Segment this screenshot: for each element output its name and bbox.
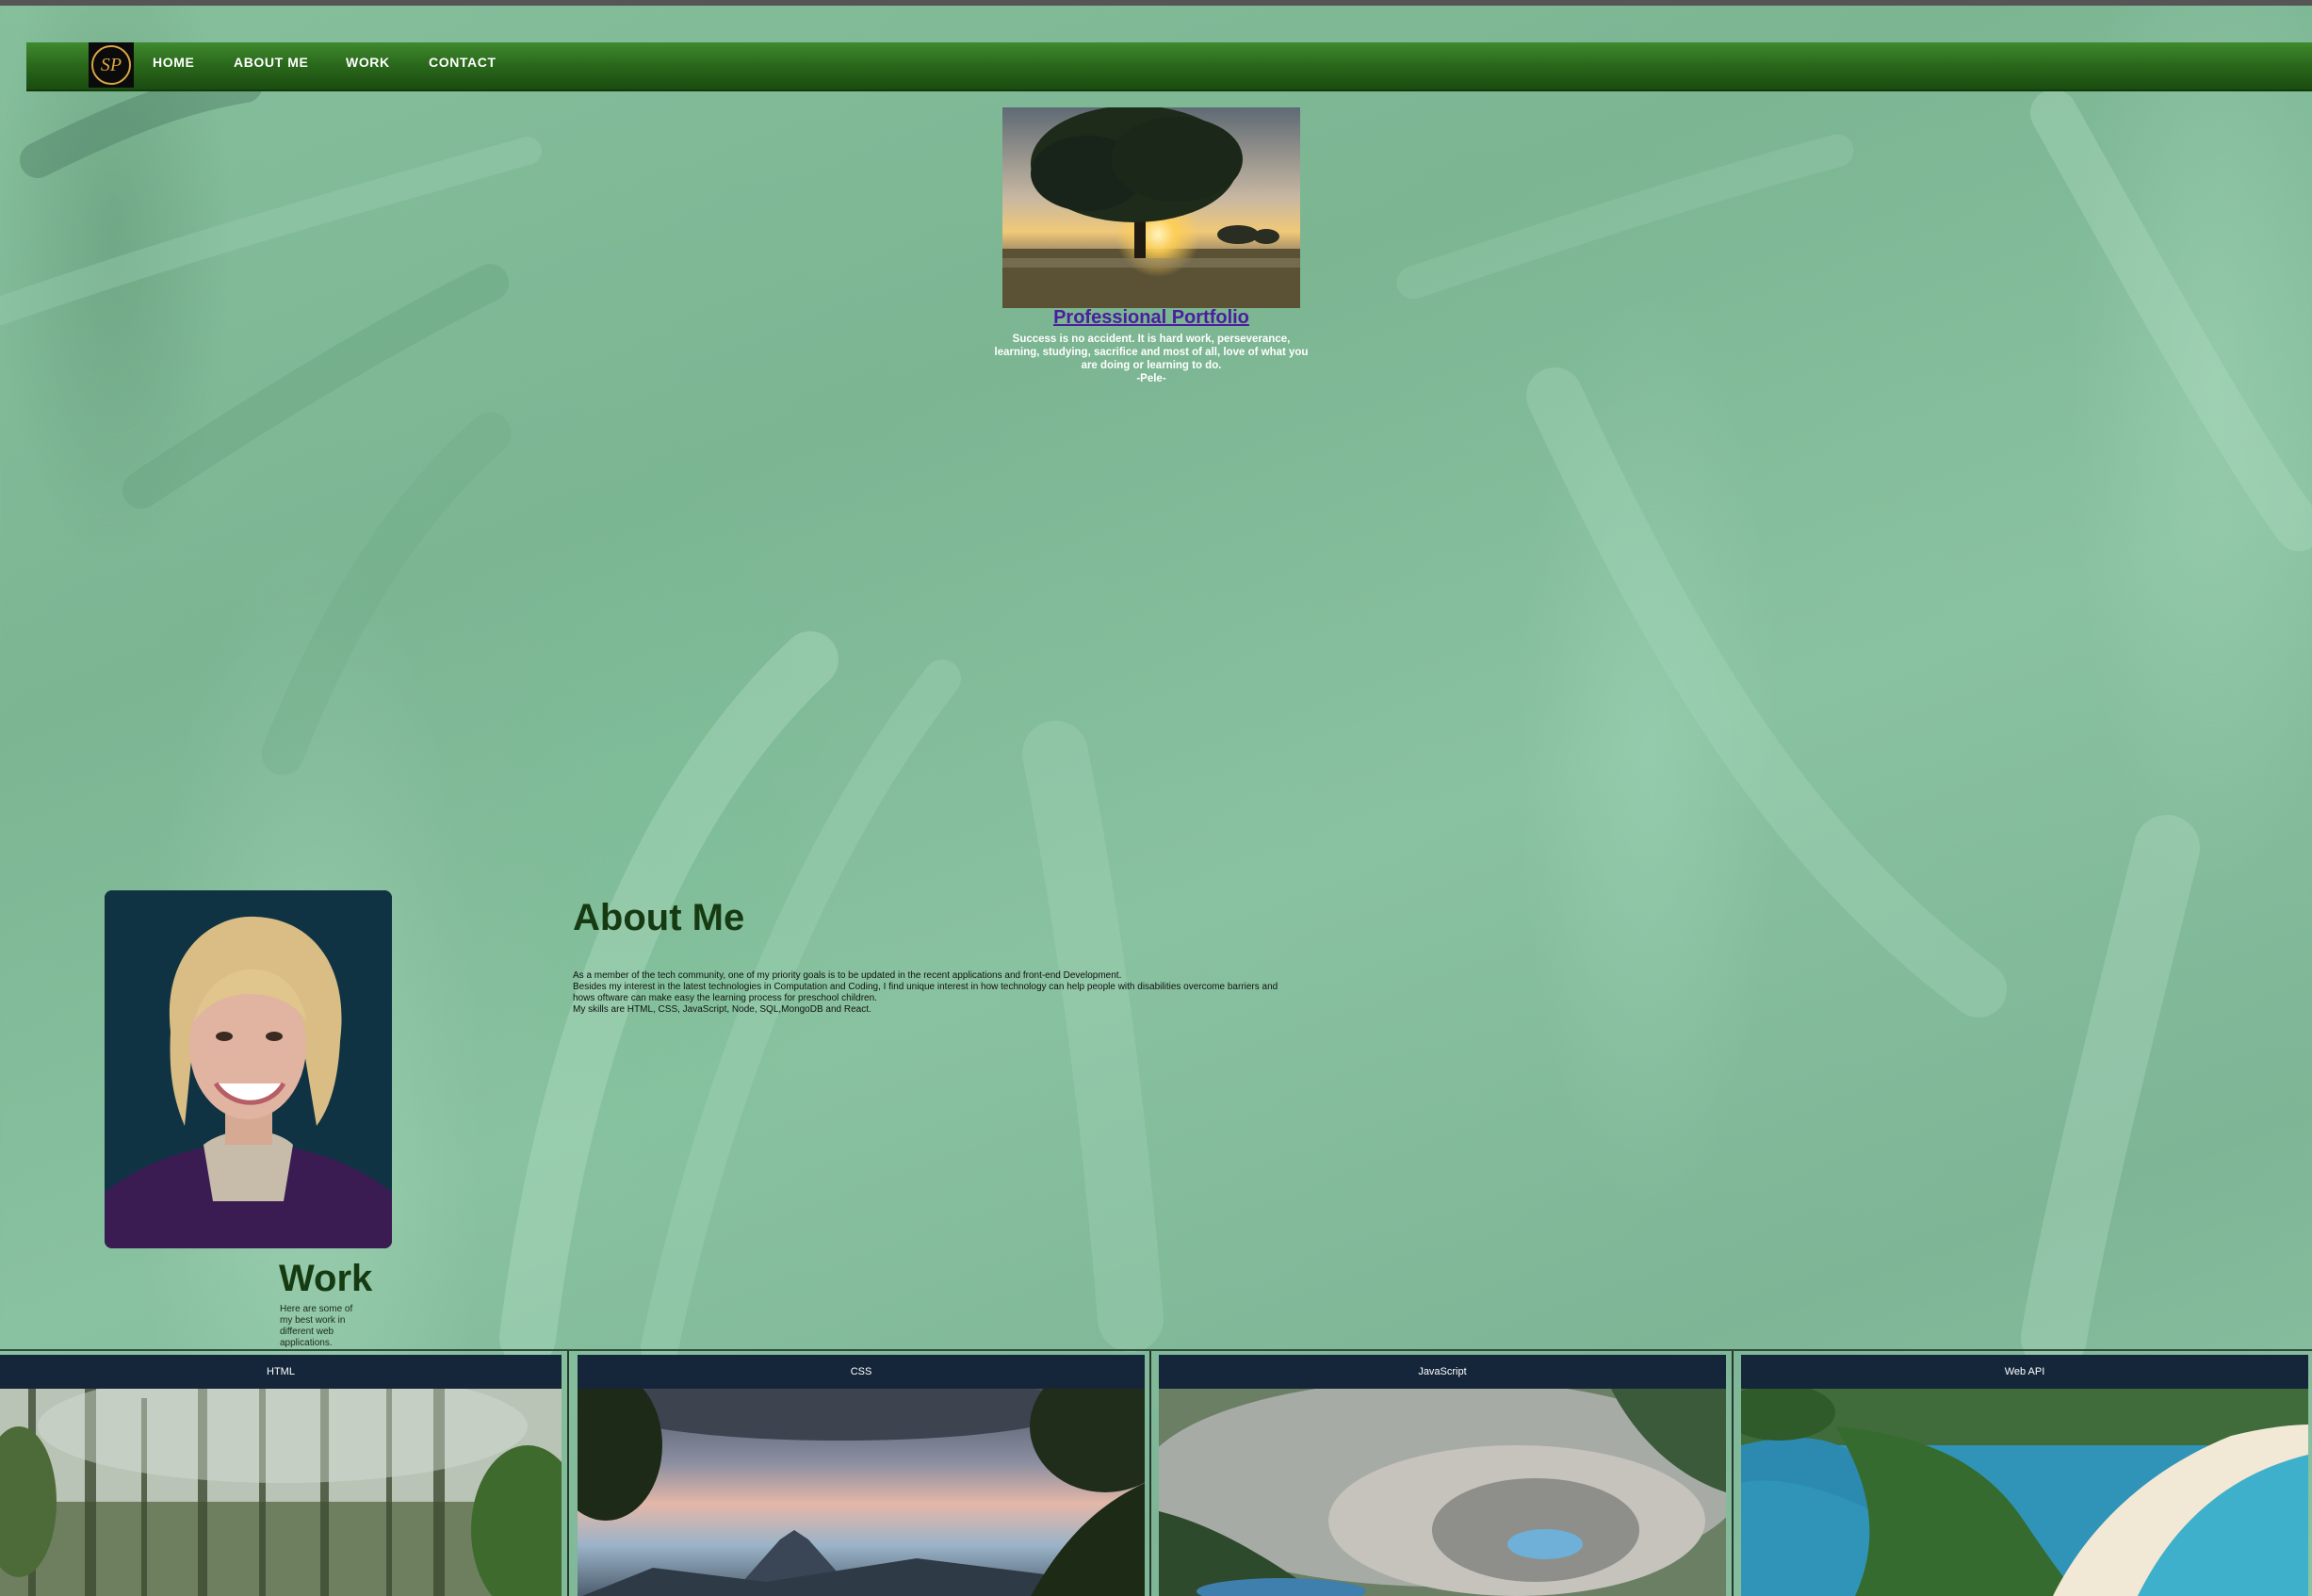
nav-about-link[interactable]: ABOUT ME [234, 42, 308, 90]
hero-quote: Success is no accident. It is hard work,… [989, 333, 1313, 385]
card-divider [567, 1351, 569, 1596]
about-line-1: As a member of the tech community, one o… [573, 970, 1122, 981]
navbar: SP HOME ABOUT ME WORK CONTACT [26, 42, 2312, 91]
card-javascript-image [1159, 1389, 1726, 1596]
card-webapi-image [1741, 1389, 2308, 1596]
card-webapi[interactable]: Web API [1741, 1355, 2308, 1596]
quote-author: -Pele- [1136, 373, 1166, 384]
nav-work-link[interactable]: WORK [346, 42, 390, 90]
card-javascript[interactable]: JavaScript [1159, 1355, 1726, 1596]
nav-contact-link[interactable]: CONTACT [429, 42, 497, 90]
about-line-3: My skills are HTML, CSS, JavaScript, Nod… [573, 1004, 871, 1015]
quote-text: Success is no accident. It is hard work,… [994, 334, 1309, 371]
card-html-title[interactable]: HTML [0, 1355, 562, 1389]
about-heading: About Me [573, 897, 745, 938]
card-css[interactable]: CSS [578, 1355, 1145, 1596]
work-description: Here are some of my best work in differe… [280, 1304, 353, 1348]
card-css-image [578, 1389, 1145, 1596]
card-javascript-title[interactable]: JavaScript [1159, 1355, 1726, 1389]
portfolio-title-link[interactable]: Professional Portfolio [942, 307, 1360, 329]
card-divider [1732, 1351, 1734, 1596]
logo[interactable]: SP [89, 42, 134, 88]
work-cards: HTML CSS JavaScript Web API [0, 1349, 2312, 1596]
profile-photo [105, 890, 392, 1248]
work-heading: Work [279, 1258, 373, 1299]
logo-monogram: SP [91, 45, 131, 85]
card-webapi-title[interactable]: Web API [1741, 1355, 2308, 1389]
about-line-2: Besides my interest in the latest techno… [573, 982, 1278, 1003]
nav-home-link[interactable]: HOME [153, 42, 194, 90]
card-html[interactable]: HTML [0, 1355, 562, 1596]
card-html-image [0, 1389, 562, 1596]
card-css-title[interactable]: CSS [578, 1355, 1145, 1389]
card-divider [1149, 1351, 1151, 1596]
about-text: As a member of the tech community, one o… [573, 970, 1289, 1016]
hero-image [1002, 107, 1300, 308]
